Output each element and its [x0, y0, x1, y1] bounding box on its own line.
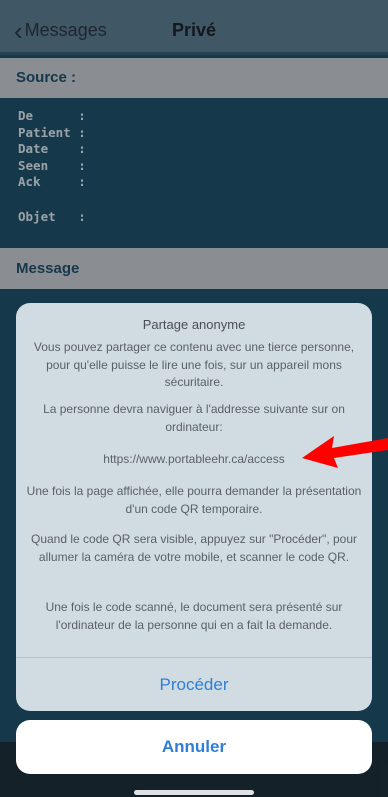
sheet-paragraph-page: Une fois la page affichée, elle pourra d… [26, 484, 362, 516]
share-action-sheet: Partage anonyme Vous pouvez partager ce … [16, 303, 372, 711]
sheet-paragraph-intro: Vous pouvez partager ce contenu avec une… [33, 340, 355, 389]
sheet-paragraph-qr: Quand le code QR sera visible, appuyez s… [30, 532, 358, 564]
cancel-button[interactable]: Annuler [16, 720, 372, 774]
home-indicator [134, 790, 254, 795]
sheet-paragraph-scanned: Une fois le code scanné, le document ser… [45, 600, 343, 632]
red-arrow-icon [302, 436, 388, 468]
proceed-button[interactable]: Procéder [16, 657, 372, 711]
sheet-title: Partage anonyme [142, 317, 246, 332]
